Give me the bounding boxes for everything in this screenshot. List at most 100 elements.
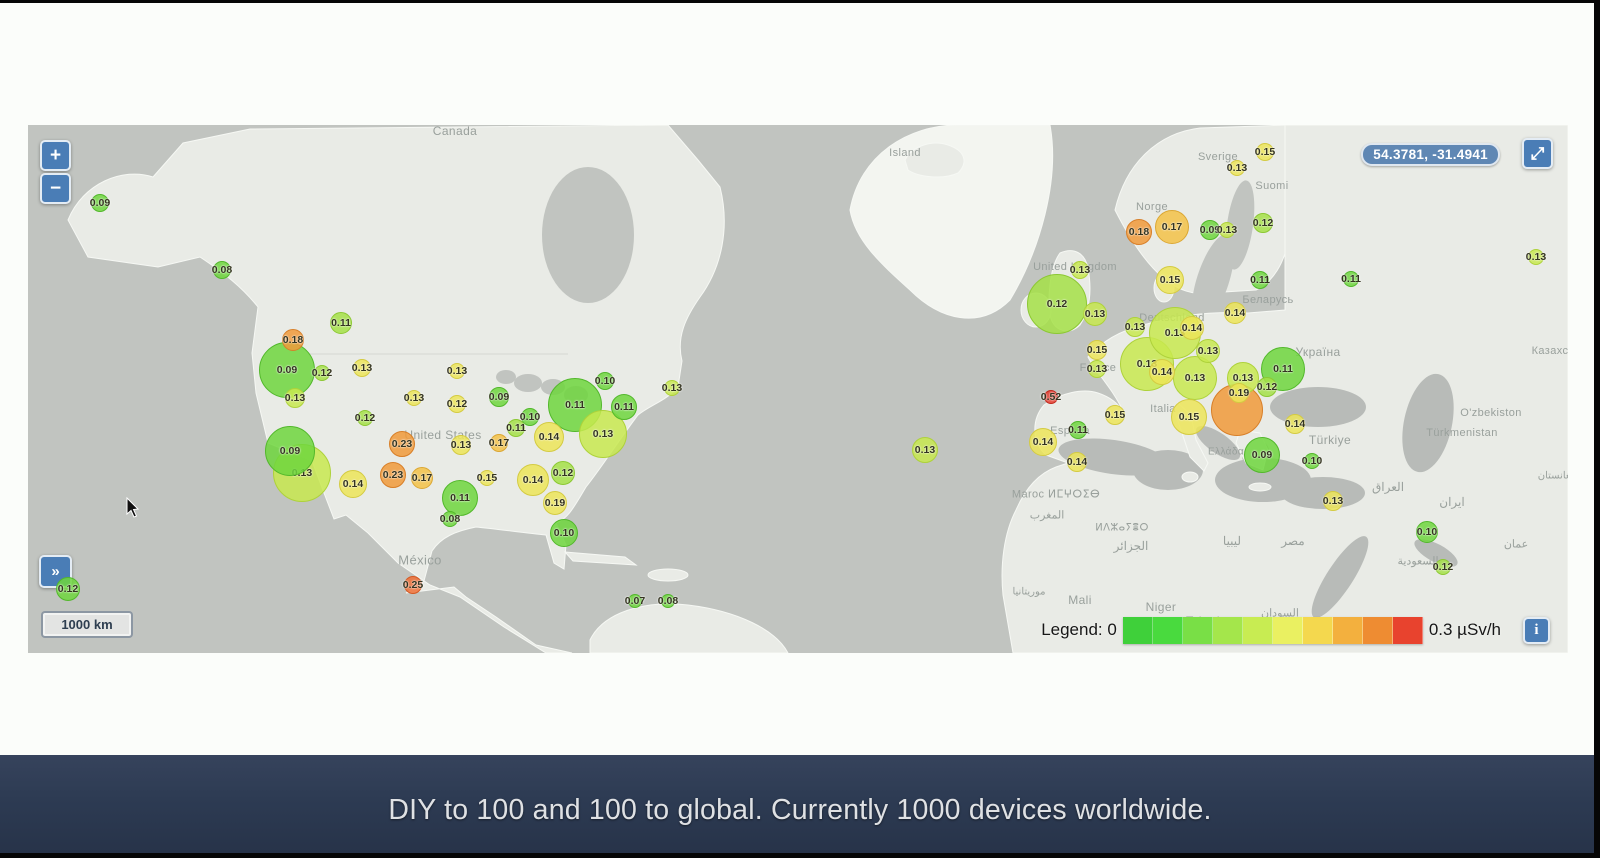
radiation-marker[interactable]: 0.09: [489, 387, 509, 407]
radiation-value: 0.08: [657, 595, 679, 607]
radiation-marker[interactable]: 0.15: [1171, 399, 1207, 435]
radiation-value: 0.13: [1322, 495, 1344, 507]
radiation-value: 0.14: [1181, 322, 1203, 334]
radiation-marker[interactable]: 0.12: [1027, 274, 1087, 334]
radiation-marker[interactable]: 0.11: [1250, 271, 1270, 289]
radiation-marker[interactable]: 0.14: [1149, 359, 1175, 385]
radiation-value: 0.08: [439, 513, 461, 525]
radiation-marker[interactable]: 0.11: [611, 394, 637, 420]
radiation-value: 0.13: [1124, 321, 1146, 333]
radiation-marker[interactable]: 0.17: [411, 467, 433, 489]
radiation-marker[interactable]: 0.12: [56, 577, 80, 601]
radiation-marker[interactable]: 0.14: [1067, 452, 1087, 472]
radiation-marker[interactable]: 0.13: [662, 380, 682, 396]
radiation-marker[interactable]: 0.13: [447, 363, 467, 379]
radiation-value: 0.17: [411, 472, 433, 484]
radiation-marker[interactable]: 0.15: [1156, 266, 1184, 294]
frame-edge-bottom: [0, 853, 1600, 858]
radiation-marker[interactable]: 0.13: [1070, 261, 1090, 279]
radiation-marker[interactable]: 0.13: [451, 435, 471, 455]
radiation-marker[interactable]: 0.14: [534, 422, 564, 452]
radiation-marker[interactable]: 0.25: [403, 576, 423, 594]
radiation-marker[interactable]: 0.13: [1217, 222, 1237, 238]
radiation-marker[interactable]: 0.13: [1196, 339, 1220, 363]
radiation-value: 0.18: [282, 334, 304, 346]
radiation-marker[interactable]: 0.13: [404, 390, 424, 406]
legend-swatch: [1302, 616, 1333, 644]
radiation-marker[interactable]: 0.15: [1087, 340, 1107, 360]
radiation-value: 0.11: [506, 422, 526, 434]
radiation-marker[interactable]: 0.13: [912, 437, 938, 463]
radiation-marker[interactable]: 0.14: [339, 470, 367, 498]
radiation-marker[interactable]: 0.12: [1433, 559, 1453, 575]
frame-edge-top: [0, 0, 1600, 3]
radiation-marker[interactable]: 0.15: [1255, 143, 1275, 161]
radiation-value: 0.12: [57, 583, 79, 595]
radiation-marker[interactable]: 0.18: [1126, 219, 1152, 245]
radiation-marker[interactable]: 0.14: [1029, 428, 1057, 456]
radiation-marker[interactable]: 0.08: [657, 594, 679, 608]
radiation-marker[interactable]: 0.13: [1227, 160, 1247, 176]
radiation-marker[interactable]: 0.17: [1155, 210, 1189, 244]
radiation-marker[interactable]: 0.09: [259, 342, 315, 398]
radiation-marker[interactable]: 0.15: [1105, 405, 1125, 425]
radiation-markers-layer: 0.12 0.13 0.09 0.11 0.13 0.13 0.09 0.13 0.13 0.11…: [28, 125, 1568, 653]
radiation-marker[interactable]: 0.14: [1180, 316, 1204, 340]
radiation-value: 0.11: [565, 399, 585, 411]
radiation-marker[interactable]: 0.13: [1323, 491, 1343, 511]
zoom-out-button[interactable]: −: [40, 173, 71, 204]
radiation-marker[interactable]: 0.11: [506, 419, 526, 437]
radiation-marker[interactable]: 0.10: [594, 372, 616, 390]
radiation-marker[interactable]: 0.09: [265, 426, 315, 476]
map-canvas[interactable]: Canada Island Sverige Suomi Norge United King…: [28, 125, 1568, 653]
radiation-marker[interactable]: 0.10: [550, 519, 578, 547]
radiation-marker[interactable]: 0.13: [1087, 360, 1107, 378]
radiation-marker[interactable]: 0.52: [1041, 390, 1061, 404]
radiation-value: 0.10: [553, 527, 575, 539]
radiation-value: 0.13: [592, 428, 614, 440]
radiation-marker[interactable]: 0.12: [1257, 377, 1277, 397]
legend-swatch: [1182, 616, 1213, 644]
radiation-marker[interactable]: 0.19: [543, 491, 567, 515]
radiation-value: 0.11: [1273, 363, 1293, 375]
radiation-marker[interactable]: 0.07: [625, 594, 645, 608]
radiation-marker[interactable]: 0.13: [1083, 302, 1107, 326]
radiation-marker[interactable]: 0.12: [312, 365, 332, 381]
radiation-marker[interactable]: 0.11: [1341, 271, 1361, 287]
radiation-marker[interactable]: 0.10: [1302, 453, 1322, 469]
radiation-marker[interactable]: 0.14: [1285, 414, 1305, 434]
radiation-marker[interactable]: 0.14: [1224, 302, 1246, 324]
radiation-marker[interactable]: 0.09: [89, 194, 111, 212]
radiation-marker[interactable]: 0.08: [439, 511, 461, 527]
radiation-marker[interactable]: 0.14: [517, 464, 549, 496]
radiation-marker[interactable]: 0.08: [212, 261, 232, 279]
radiation-value: 0.10: [594, 375, 616, 387]
radiation-value: 0.14: [1151, 366, 1173, 378]
radiation-marker[interactable]: 0.18: [282, 329, 304, 351]
radiation-marker[interactable]: 0.13: [1125, 317, 1145, 337]
radiation-marker[interactable]: 0.12: [355, 410, 375, 426]
info-button[interactable]: i: [1523, 616, 1550, 644]
radiation-marker[interactable]: 0.12: [1253, 213, 1273, 233]
radiation-marker[interactable]: 0.11: [1068, 421, 1088, 439]
radiation-marker[interactable]: 0.10: [1416, 521, 1438, 543]
radiation-marker[interactable]: 0.17: [489, 434, 509, 452]
zoom-in-button[interactable]: +: [40, 140, 71, 171]
radiation-marker[interactable]: 0.11: [330, 312, 352, 334]
radiation-marker[interactable]: 0.23: [380, 462, 406, 488]
legend-gradient: [1122, 616, 1423, 644]
radiation-marker[interactable]: 0.19: [1229, 383, 1249, 403]
radiation-value: 0.13: [1525, 251, 1547, 263]
radiation-marker[interactable]: 0.13: [352, 359, 372, 377]
radiation-marker[interactable]: 0.12: [447, 395, 467, 413]
radiation-value: 0.11: [331, 317, 351, 329]
radiation-value: 0.09: [89, 197, 111, 209]
radiation-marker[interactable]: 0.23: [389, 431, 415, 457]
radiation-marker[interactable]: 0.12: [551, 461, 575, 485]
radiation-marker[interactable]: 0.09: [1244, 437, 1280, 473]
legend-swatch: [1152, 616, 1183, 644]
radiation-marker[interactable]: 0.13: [1525, 249, 1547, 265]
fullscreen-button[interactable]: ⤢: [1522, 138, 1553, 169]
radiation-marker[interactable]: 0.15: [477, 470, 497, 486]
radiation-marker[interactable]: 0.13: [285, 388, 305, 408]
